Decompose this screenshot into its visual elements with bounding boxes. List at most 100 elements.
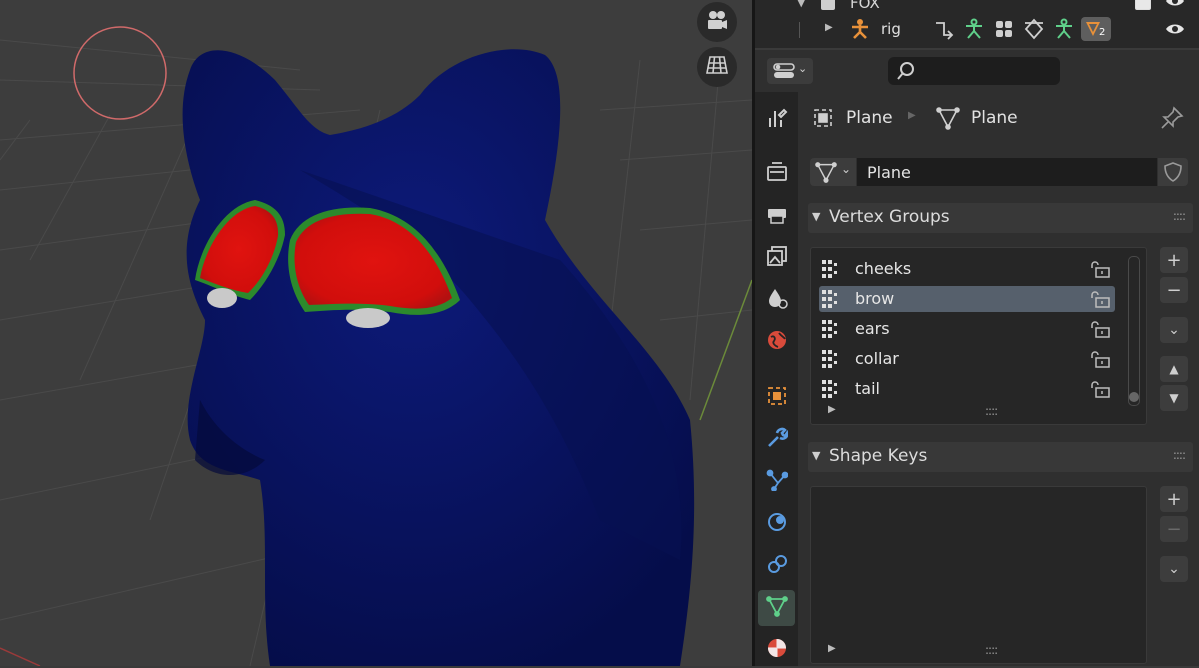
viewport-scene[interactable] xyxy=(0,0,752,666)
tab-material[interactable] xyxy=(758,632,795,668)
vertex-group-label[interactable]: cheeks xyxy=(855,259,911,278)
vertex-group-item[interactable]: brow xyxy=(819,286,1115,312)
world-icon xyxy=(766,329,788,355)
shield-icon xyxy=(1164,162,1182,186)
editor-type-dropdown[interactable]: ⌄ xyxy=(767,58,813,84)
armature-data-icon[interactable] xyxy=(1053,18,1075,44)
drag-handle-icon[interactable]: :::: xyxy=(1173,448,1186,462)
shape-keys-panel-header[interactable]: ▼ Shape Keys :::: xyxy=(808,442,1193,472)
pose-icon[interactable] xyxy=(933,18,955,44)
3d-viewport[interactable] xyxy=(0,0,752,666)
vertex-group-specials-button[interactable]: ⌄ xyxy=(1160,317,1188,343)
tab-scene[interactable] xyxy=(758,282,795,318)
tab-physics[interactable] xyxy=(758,506,795,542)
lock-icon[interactable] xyxy=(1089,320,1111,342)
outliner: ▼ FOX ▶ rig 2 xyxy=(755,0,1199,48)
tab-output[interactable] xyxy=(758,198,795,234)
list-filter-toggle-icon[interactable]: ▶ xyxy=(828,643,836,654)
fake-user-button[interactable] xyxy=(1158,158,1188,186)
plus-icon: + xyxy=(1166,249,1182,271)
vertex-group-item[interactable]: collar xyxy=(819,346,1115,372)
scrollbar-thumb[interactable] xyxy=(1129,392,1139,402)
tab-tool[interactable] xyxy=(758,102,795,138)
tab-object[interactable] xyxy=(758,380,795,416)
vertex-group-item[interactable]: cheeks xyxy=(819,256,1115,282)
mesh-datablock-selector: ⌄ Plane xyxy=(810,158,1188,186)
properties-editor: ⌄ Plane ▶ Plane ⌄ Plane ▼ Vertex Groups … xyxy=(755,50,1199,666)
tool-icon xyxy=(766,107,788,133)
properties-header: ⌄ xyxy=(755,50,1199,92)
shape-key-specials-button[interactable]: ⌄ xyxy=(1160,556,1188,582)
tab-particles[interactable] xyxy=(758,464,795,500)
visibility-eye-icon[interactable] xyxy=(1165,22,1185,40)
move-up-button[interactable]: ▲ xyxy=(1160,356,1188,382)
object-icon xyxy=(812,107,834,133)
add-vertex-group-button[interactable]: + xyxy=(1160,247,1188,273)
outliner-row-rig[interactable]: ▶ rig 2 xyxy=(755,17,1199,44)
tab-view-layer[interactable] xyxy=(758,240,795,276)
expand-arrow-icon[interactable]: ▼ xyxy=(797,0,805,9)
list-resize-handle-icon[interactable]: :::: xyxy=(985,643,998,657)
perspective-toggle-button[interactable] xyxy=(697,47,737,87)
mesh-name-field[interactable]: Plane xyxy=(857,158,1157,186)
bone-group-icon[interactable] xyxy=(993,18,1015,44)
pin-icon[interactable] xyxy=(1160,106,1184,134)
properties-content: Plane ▶ Plane ⌄ Plane ▼ Vertex Groups::… xyxy=(798,92,1199,666)
object-icon xyxy=(766,385,788,411)
grid-icon xyxy=(705,54,729,80)
panel-collapse-icon: ▼ xyxy=(812,449,821,462)
remove-vertex-group-button[interactable]: − xyxy=(1160,277,1188,303)
add-shape-key-button[interactable]: + xyxy=(1160,486,1188,512)
lock-icon[interactable] xyxy=(1089,260,1111,282)
tab-world[interactable] xyxy=(758,324,795,360)
lock-icon[interactable] xyxy=(1089,350,1111,372)
chevron-down-icon: ⌄ xyxy=(1168,322,1180,338)
tab-constraints[interactable] xyxy=(758,548,795,584)
tab-modifiers[interactable] xyxy=(758,422,795,458)
collection-icon xyxy=(821,0,835,10)
images-icon xyxy=(766,245,788,271)
shape-keys-title: Shape Keys xyxy=(829,446,928,466)
lock-icon[interactable] xyxy=(1089,380,1111,402)
outliner-row-collection[interactable]: ▼ FOX xyxy=(755,0,1199,16)
properties-tabs xyxy=(755,92,798,666)
vertex-groups-panel-header[interactable]: ▼ Vertex Groups :::: xyxy=(808,203,1193,233)
list-filter-toggle-icon[interactable]: ▶ xyxy=(828,404,836,415)
vertex-group-icon xyxy=(821,289,843,313)
vertex-group-label[interactable]: collar xyxy=(855,349,899,368)
vertex-group-item[interactable]: ears xyxy=(819,316,1115,342)
camera-icon xyxy=(705,9,729,35)
list-scrollbar[interactable] xyxy=(1128,256,1140,406)
modifier-count: 2 xyxy=(1099,27,1106,38)
rig-name[interactable]: rig xyxy=(881,20,901,38)
visibility-eye-icon[interactable] xyxy=(1165,0,1185,12)
search-icon xyxy=(896,61,916,85)
y-axis-line xyxy=(699,279,752,421)
expand-arrow-icon[interactable]: ▶ xyxy=(825,22,833,33)
vertex-group-label[interactable]: brow xyxy=(855,289,894,308)
tab-data[interactable] xyxy=(758,590,795,626)
modifier-stack-badge[interactable]: 2 xyxy=(1081,17,1111,41)
vertex-group-item[interactable]: tail xyxy=(819,376,1115,402)
vertex-group-label[interactable]: ears xyxy=(855,319,890,338)
lock-icon[interactable] xyxy=(1089,290,1111,312)
properties-search[interactable] xyxy=(888,57,1060,85)
bone-constraint-icon[interactable] xyxy=(963,18,985,44)
browse-mesh-button[interactable]: ⌄ xyxy=(810,158,856,186)
search-input[interactable] xyxy=(920,61,1054,83)
collection-name[interactable]: FOX xyxy=(850,0,880,12)
mesh-data-icon xyxy=(936,106,960,134)
tab-render[interactable] xyxy=(758,156,795,192)
list-resize-handle-icon[interactable]: :::: xyxy=(985,404,998,418)
vertex-modifier-icon[interactable] xyxy=(1023,18,1045,44)
move-down-button[interactable]: ▼ xyxy=(1160,385,1188,411)
include-checkbox[interactable] xyxy=(1135,0,1151,10)
plus-icon: + xyxy=(1166,488,1182,510)
minus-icon: − xyxy=(1166,279,1182,301)
drag-handle-icon[interactable]: :::: xyxy=(1173,209,1186,223)
fox-model xyxy=(182,49,695,666)
remove-shape-key-button[interactable]: − xyxy=(1160,516,1188,542)
brush-cursor xyxy=(73,26,167,120)
camera-view-button[interactable] xyxy=(697,2,737,42)
vertex-group-label[interactable]: tail xyxy=(855,379,880,398)
